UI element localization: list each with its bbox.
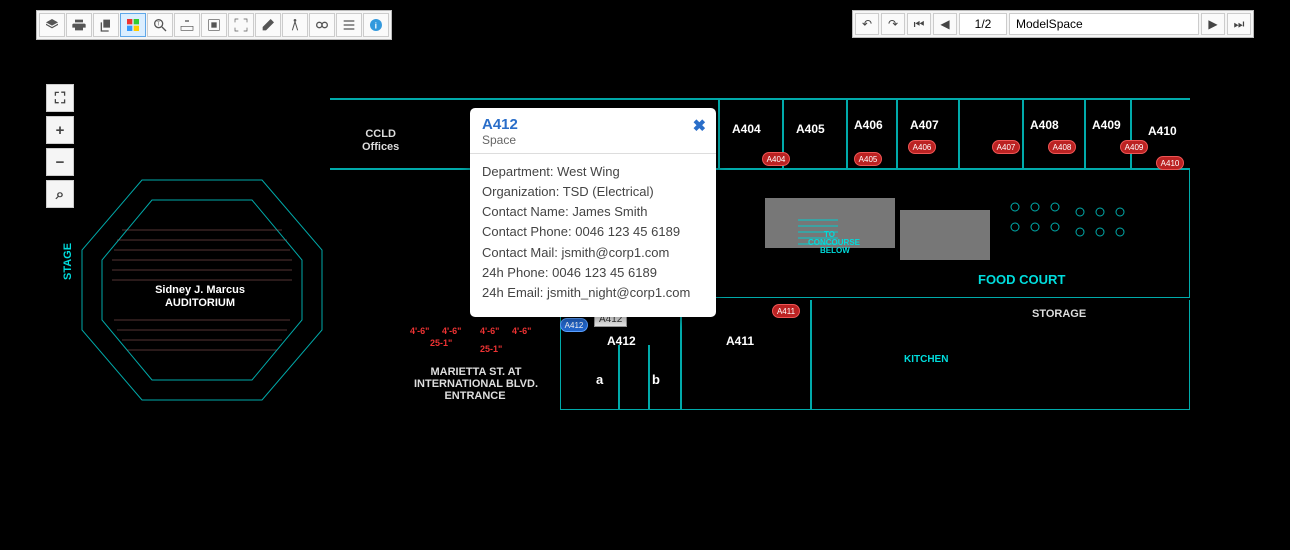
link-button[interactable] — [309, 13, 335, 37]
fullscreen-button[interactable]: ⛶ — [46, 84, 74, 112]
zoom-in-button[interactable]: + — [46, 116, 74, 144]
popup-row: Contact Phone: 0046 123 45 6189 — [482, 222, 704, 242]
marker-a409[interactable]: A409 — [1120, 140, 1148, 154]
space-popup: A412 Space ✖ Department: West Wing Organ… — [470, 108, 716, 317]
room-a407: A407 — [910, 118, 939, 132]
toolbar: T i — [36, 10, 392, 40]
zoom-controls: ⛶ + − ⌕ — [46, 84, 74, 208]
room-a405: A405 — [796, 122, 825, 136]
info-button[interactable]: i — [363, 13, 389, 37]
prev-page-button[interactable]: ◀ — [933, 13, 957, 35]
marker-a405[interactable]: A405 — [854, 152, 882, 166]
seating-grid-icon — [1000, 192, 1150, 272]
room-a408: A408 — [1030, 118, 1059, 132]
food-court-label: FOOD COURT — [978, 272, 1065, 287]
room-a410: A410 — [1148, 124, 1177, 138]
zoom-text-button[interactable]: T — [147, 13, 173, 37]
popup-title: A412 — [482, 116, 704, 133]
popup-subtitle: Space — [482, 133, 704, 147]
layers-button[interactable] — [39, 13, 65, 37]
popup-row: Organization: TSD (Electrical) — [482, 182, 704, 202]
popup-row: Contact Name: James Smith — [482, 202, 704, 222]
list-button[interactable] — [336, 13, 362, 37]
entrance-3: ENTRANCE — [420, 390, 530, 402]
popup-body: Department: West Wing Organization: TSD … — [470, 154, 716, 317]
multiview-button[interactable] — [120, 13, 146, 37]
zoom-reset-button[interactable]: ⌕ — [46, 180, 74, 208]
zoom-out-button[interactable]: − — [46, 148, 74, 176]
marker-a406[interactable]: A406 — [908, 140, 936, 154]
room-a409: A409 — [1092, 118, 1121, 132]
svg-text:i: i — [375, 20, 377, 30]
popup-row: Department: West Wing — [482, 162, 704, 182]
room-a406: A406 — [854, 118, 883, 132]
extents-button[interactable] — [201, 13, 227, 37]
popup-row: 24h Email: jsmith_night@corp1.com — [482, 283, 704, 303]
redo-button[interactable]: ↷ — [881, 13, 905, 35]
popup-row: 24h Phone: 0046 123 45 6189 — [482, 263, 704, 283]
marker-a412[interactable]: A412 — [560, 318, 588, 332]
page-input[interactable] — [959, 13, 1007, 35]
last-page-button[interactable]: ⏭ — [1227, 13, 1251, 35]
marker-a411[interactable]: A411 — [772, 304, 800, 318]
marker-a410[interactable]: A410 — [1156, 156, 1184, 170]
room-a412: A412 — [607, 334, 636, 348]
marker-a407[interactable]: A407 — [992, 140, 1020, 154]
ccld-label: CCLD Offices — [362, 128, 399, 153]
stage-label: STAGE — [62, 243, 74, 280]
room-a412a: a — [596, 372, 603, 387]
kitchen-label: KITCHEN — [904, 354, 948, 365]
marker-a404[interactable]: A404 — [762, 152, 790, 166]
eraser-button[interactable] — [255, 13, 281, 37]
concourse-3: BELOW — [820, 246, 850, 255]
undo-button[interactable]: ↶ — [855, 13, 879, 35]
auditorium-label-2: AUDITORIUM — [140, 297, 260, 309]
storage-label: STORAGE — [1032, 308, 1086, 320]
fit-button[interactable] — [228, 13, 254, 37]
zoom-minus-button[interactable] — [174, 13, 200, 37]
next-page-button[interactable]: ▶ — [1201, 13, 1225, 35]
room-a412b: b — [652, 372, 660, 387]
page-nav: ↶ ↷ ⏮ ◀ ▶ ⏭ — [852, 10, 1254, 38]
close-icon[interactable]: ✖ — [693, 116, 706, 136]
print-button[interactable] — [66, 13, 92, 37]
room-a411: A411 — [726, 334, 754, 348]
popup-row: Contact Mail: jsmith@corp1.com — [482, 243, 704, 263]
marker-a408[interactable]: A408 — [1048, 140, 1076, 154]
modelspace-input[interactable] — [1009, 13, 1199, 35]
first-page-button[interactable]: ⏮ — [907, 13, 931, 35]
entrance-2: INTERNATIONAL BLVD. — [396, 378, 556, 390]
auditorium-label-1: Sidney J. Marcus — [140, 284, 260, 296]
copy-button[interactable] — [93, 13, 119, 37]
room-a404: A404 — [732, 122, 761, 136]
compass-button[interactable] — [282, 13, 308, 37]
entrance-1: MARIETTA ST. AT — [406, 366, 546, 378]
